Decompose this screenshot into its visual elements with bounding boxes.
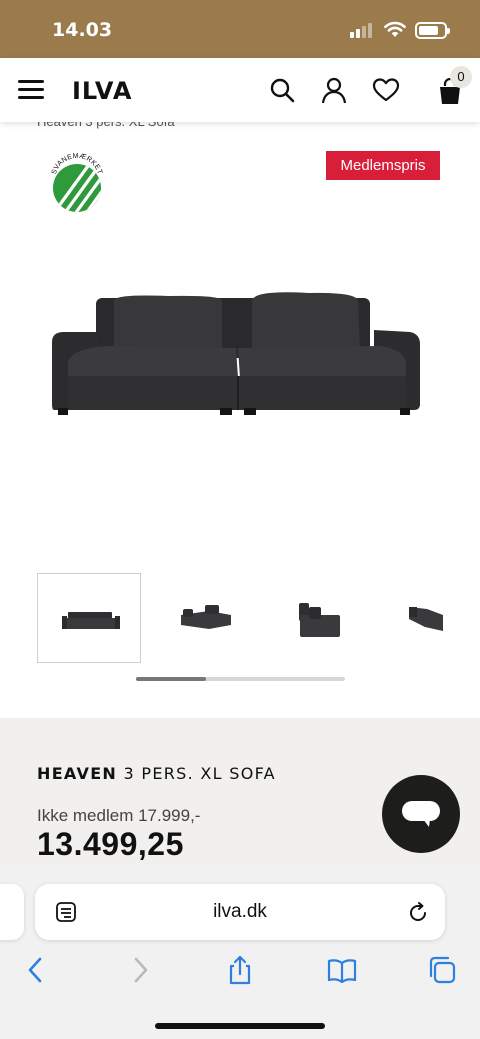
heart-icon[interactable] xyxy=(372,76,400,104)
home-indicator xyxy=(155,1023,325,1029)
tabs-icon[interactable] xyxy=(426,954,458,986)
menu-icon[interactable] xyxy=(18,80,44,100)
url-text[interactable]: ilva.dk xyxy=(35,901,445,923)
product-title: HEAVEN 3 PERS. XL SOFA xyxy=(37,764,276,783)
bookmarks-icon[interactable] xyxy=(326,954,358,986)
swan-ecolabel-logo: SVANEMÆRKET xyxy=(51,153,103,212)
wifi-icon xyxy=(384,21,406,37)
chat-bubble-icon xyxy=(402,801,440,827)
forward-icon[interactable] xyxy=(124,954,156,986)
product-name: 3 PERS. XL SOFA xyxy=(123,764,276,783)
site-logo[interactable]: ILVA xyxy=(72,77,132,105)
address-bar[interactable]: ilva.dk xyxy=(35,884,445,940)
battery-icon xyxy=(415,22,450,39)
previous-tab[interactable] xyxy=(0,884,24,940)
status-time: 14.03 xyxy=(52,19,113,41)
product-brand: HEAVEN xyxy=(37,764,118,783)
product-image-sofa[interactable] xyxy=(48,286,424,418)
thumbnail-1[interactable] xyxy=(37,573,141,663)
thumbnail-4[interactable] xyxy=(385,573,443,663)
thumbnail-3[interactable] xyxy=(269,573,373,663)
gallery-scroll-thumb[interactable] xyxy=(136,677,206,681)
thumbnail-2[interactable] xyxy=(153,573,257,663)
reload-icon[interactable] xyxy=(406,900,430,924)
search-icon[interactable] xyxy=(268,76,296,104)
browser-toolbar: ilva.dk xyxy=(0,868,480,1039)
regular-price: Ikke medlem 17.999,- xyxy=(37,806,201,825)
gallery-scrollbar[interactable] xyxy=(136,677,345,681)
signal-icon xyxy=(350,22,374,38)
chat-button[interactable] xyxy=(382,775,460,853)
status-bar: 14.03 xyxy=(0,0,480,58)
member-price: 13.499,25 xyxy=(37,826,184,862)
cart-count-badge: 0 xyxy=(450,66,472,88)
share-icon[interactable] xyxy=(224,954,256,986)
back-icon[interactable] xyxy=(20,954,52,986)
user-icon[interactable] xyxy=(320,76,348,104)
member-price-badge: Medlemspris xyxy=(326,151,440,180)
site-header: ILVA 0 xyxy=(0,58,480,122)
